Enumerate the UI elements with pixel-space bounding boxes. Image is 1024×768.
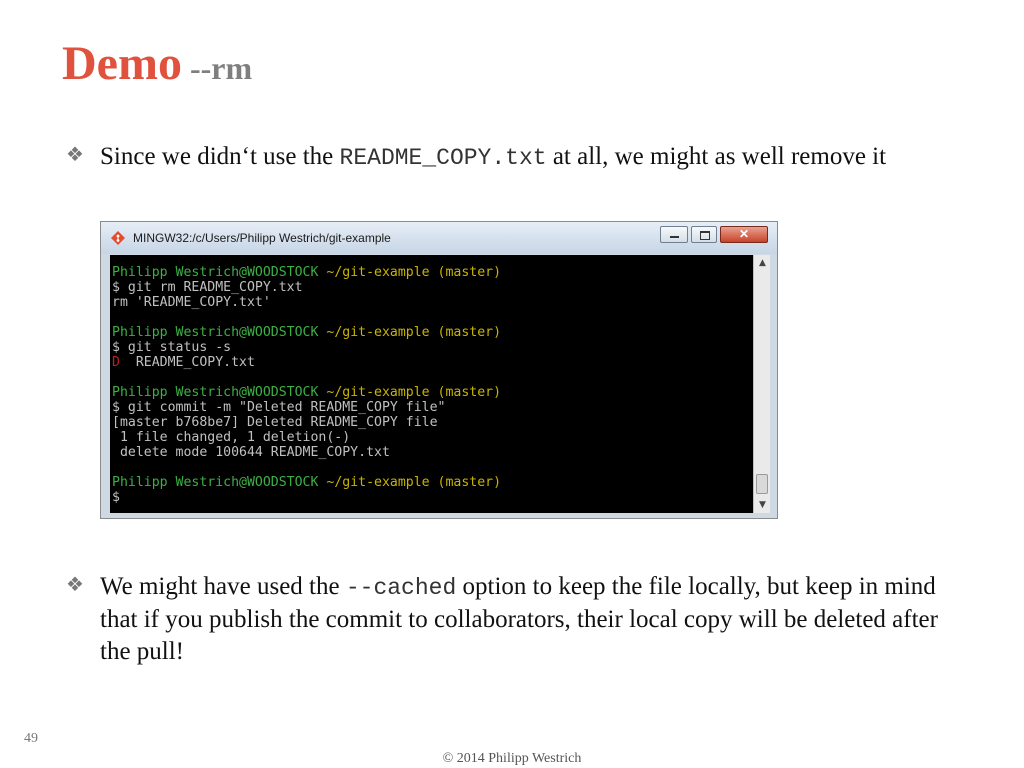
terminal-command-line: $ git commit -m "Deleted README_COPY fil… <box>112 400 446 415</box>
terminal-input-line: $ <box>112 490 120 505</box>
terminal-prompt-line: Philipp Westrich@WOODSTOCK ~/git-example… <box>112 385 502 400</box>
slide-title: Demo --rm <box>62 36 252 91</box>
close-button[interactable]: ✕ <box>720 226 768 243</box>
terminal-output-line: [master b768be7] Deleted README_COPY fil… <box>112 415 438 430</box>
scroll-up-icon[interactable]: ▲ <box>756 256 769 270</box>
terminal-console[interactable]: Philipp Westrich@WOODSTOCK ~/git-example… <box>110 255 753 513</box>
diamond-bullet-icon: ❖ <box>66 574 84 596</box>
bullet-item-2: ❖ We might have used the --cached option… <box>64 571 964 668</box>
inline-code: README_COPY.txt <box>339 145 547 171</box>
deleted-file-name: README_COPY.txt <box>119 355 255 370</box>
maximize-icon <box>692 227 716 242</box>
terminal-window-title: MINGW32:/c/Users/Philipp Westrich/git-ex… <box>133 231 391 245</box>
terminal-window: MINGW32:/c/Users/Philipp Westrich/git-ex… <box>100 221 778 519</box>
terminal-command-line: $ git rm README_COPY.txt <box>112 280 303 295</box>
terminal-command-line: $ git status -s <box>112 340 232 355</box>
page-number: 49 <box>24 731 38 746</box>
minimize-button[interactable] <box>660 226 688 243</box>
footer-copyright: © 2014 Philipp Westrich <box>442 751 582 766</box>
terminal-scrollbar[interactable]: ▲ ▼ <box>753 255 770 513</box>
scroll-down-icon[interactable]: ▼ <box>756 498 769 512</box>
maximize-button[interactable] <box>691 226 717 243</box>
bullet-text-2: We might have used the --cached option t… <box>100 573 938 665</box>
inline-code: --cached <box>345 575 457 601</box>
bullet-item-1: ❖ Since we didn‘t use the README_COPY.tx… <box>64 141 964 174</box>
terminal-output-line: delete mode 100644 README_COPY.txt <box>112 445 390 460</box>
bullet-text-1: Since we didn‘t use the README_COPY.txt … <box>100 143 887 171</box>
terminal-output-line: 1 file changed, 1 deletion(-) <box>112 430 351 445</box>
deleted-status-marker: D <box>112 355 120 370</box>
close-icon: ✕ <box>738 227 750 241</box>
scrollbar-thumb[interactable] <box>756 474 768 494</box>
terminal-output-line: rm 'README_COPY.txt' <box>112 295 271 310</box>
git-diamond-icon <box>111 231 125 245</box>
terminal-prompt-line: Philipp Westrich@WOODSTOCK ~/git-example… <box>112 475 502 490</box>
slide-title-sub: --rm <box>189 50 253 86</box>
terminal-prompt-line: Philipp Westrich@WOODSTOCK ~/git-example… <box>112 325 502 340</box>
slide-title-main: Demo <box>62 37 182 90</box>
terminal-prompt-line: Philipp Westrich@WOODSTOCK ~/git-example… <box>112 265 502 280</box>
terminal-titlebar[interactable]: MINGW32:/c/Users/Philipp Westrich/git-ex… <box>101 222 777 254</box>
terminal-status-line: D README_COPY.txt <box>112 355 753 370</box>
minimize-icon <box>661 227 687 242</box>
diamond-bullet-icon: ❖ <box>66 144 84 166</box>
